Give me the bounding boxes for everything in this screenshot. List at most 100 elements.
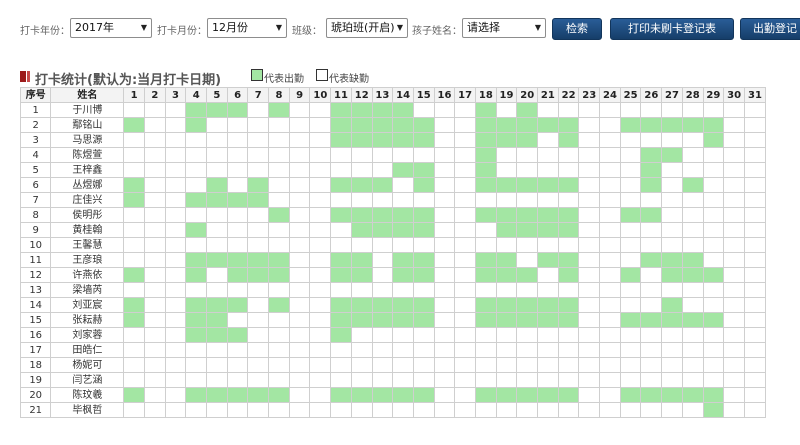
attendance-cell-absent: [350, 402, 373, 418]
row-index: 12: [19, 267, 52, 283]
legend-present-swatch: [251, 69, 263, 81]
attendance-cell-absent: [454, 132, 476, 148]
month-label: 打卡月份：: [157, 26, 207, 37]
table-row: 14 刘亚宸: [19, 297, 767, 313]
attendance-cell-absent: [454, 177, 476, 193]
attendance-cell-absent: [123, 252, 145, 268]
class-select[interactable]: 琥珀班(开启) ▼: [326, 18, 408, 38]
attendance-cell-absent: [309, 147, 332, 163]
col-header-day: 19: [495, 87, 518, 103]
attendance-cell-absent: [640, 102, 663, 118]
attendance-cell-absent: [123, 342, 145, 358]
attendance-cell-present: [206, 327, 228, 343]
attendance-cell-absent: [143, 162, 166, 178]
row-index: 16: [19, 327, 52, 343]
attendance-cell-absent: [433, 372, 456, 388]
attendance-cell-absent: [247, 207, 270, 223]
attendance-cell-present: [330, 117, 352, 133]
attendance-cell-present: [371, 207, 394, 223]
attendance-cell-absent: [578, 162, 601, 178]
attendance-cell-present: [702, 387, 725, 403]
attendance-cell-absent: [226, 237, 249, 253]
child-select[interactable]: 请选择 ▼: [462, 18, 546, 38]
attendance-cell-absent: [495, 372, 518, 388]
attendance-cell-absent: [640, 357, 663, 373]
attendance-cell-absent: [599, 147, 621, 163]
attendance-cell-absent: [454, 252, 476, 268]
attendance-cell-absent: [288, 252, 311, 268]
attendance-cell-absent: [433, 177, 456, 193]
attendance-cell-absent: [578, 117, 601, 133]
attendance-cell-absent: [495, 102, 518, 118]
attendance-cell-absent: [702, 222, 725, 238]
attendance-cell-absent: [474, 282, 497, 298]
attendance-cell-absent: [164, 357, 187, 373]
attendance-cell-absent: [578, 177, 601, 193]
child-name: 王馨慧: [50, 237, 125, 253]
attendance-cell-absent: [392, 177, 414, 193]
attendance-cell-absent: [412, 102, 435, 118]
attendance-cell-absent: [164, 162, 187, 178]
col-header-day: 18: [474, 87, 497, 103]
row-index: 10: [19, 237, 52, 253]
attendance-cell-present: [516, 312, 539, 328]
attendance-cell-absent: [723, 342, 745, 358]
col-header-day: 2: [143, 87, 166, 103]
attendance-cell-present: [226, 297, 249, 313]
attendance-cell-absent: [309, 177, 332, 193]
search-button[interactable]: 检索: [552, 18, 602, 40]
attendance-cell-absent: [350, 282, 373, 298]
attendance-cell-absent: [123, 207, 145, 223]
attendance-cell-absent: [392, 147, 414, 163]
attendance-cell-present: [537, 117, 559, 133]
print-unswiped-button[interactable]: 打印未刷卡登记表: [610, 18, 734, 40]
row-index: 1: [19, 102, 52, 118]
attendance-cell-absent: [516, 357, 539, 373]
attendance-cell-absent: [495, 162, 518, 178]
attendance-cell-present: [371, 117, 394, 133]
attendance-cell-absent: [350, 147, 373, 163]
attendance-cell-absent: [433, 252, 456, 268]
attendance-cell-present: [123, 312, 145, 328]
attendance-cell-absent: [288, 282, 311, 298]
attendance-cell-absent: [743, 312, 767, 328]
attendance-cell-absent: [557, 342, 580, 358]
attendance-cell-absent: [619, 402, 642, 418]
attendance-cell-present: [206, 192, 228, 208]
attendance-cell-absent: [619, 237, 642, 253]
child-name: 王彦琅: [50, 252, 125, 268]
attendance-cell-absent: [330, 342, 352, 358]
attendance-cell-present: [330, 207, 352, 223]
attendance-cell-absent: [578, 207, 601, 223]
attendance-cell-absent: [661, 102, 683, 118]
attendance-cell-absent: [495, 327, 518, 343]
attendance-cell-absent: [350, 162, 373, 178]
attendance-cell-present: [516, 297, 539, 313]
attendance-cell-absent: [619, 222, 642, 238]
attendance-cell-absent: [185, 207, 208, 223]
attendance-cell-absent: [309, 327, 332, 343]
year-select[interactable]: 2017年 ▼: [70, 18, 152, 38]
attendance-cell-absent: [288, 402, 311, 418]
attendance-cell-absent: [433, 387, 456, 403]
attendance-cell-present: [185, 387, 208, 403]
attendance-cell-present: [516, 207, 539, 223]
attendance-cell-absent: [599, 267, 621, 283]
attendance-cell-present: [123, 177, 145, 193]
legend-absent-label: 代表缺勤: [329, 74, 369, 85]
attendance-cell-absent: [578, 402, 601, 418]
table-row: 12 许燕依: [19, 267, 767, 283]
attendance-cell-present: [226, 192, 249, 208]
attendance-cell-absent: [143, 342, 166, 358]
month-select[interactable]: 12月份 ▼: [207, 18, 287, 38]
attendance-cell-absent: [578, 132, 601, 148]
attendance-cell-present: [681, 267, 704, 283]
attendance-cell-absent: [164, 192, 187, 208]
attendance-register-button[interactable]: 出勤登记: [740, 18, 800, 40]
attendance-cell-absent: [681, 147, 704, 163]
attendance-cell-absent: [288, 147, 311, 163]
attendance-cell-absent: [723, 237, 745, 253]
attendance-cell-absent: [743, 222, 767, 238]
attendance-cell-absent: [723, 372, 745, 388]
attendance-cell-absent: [123, 147, 145, 163]
